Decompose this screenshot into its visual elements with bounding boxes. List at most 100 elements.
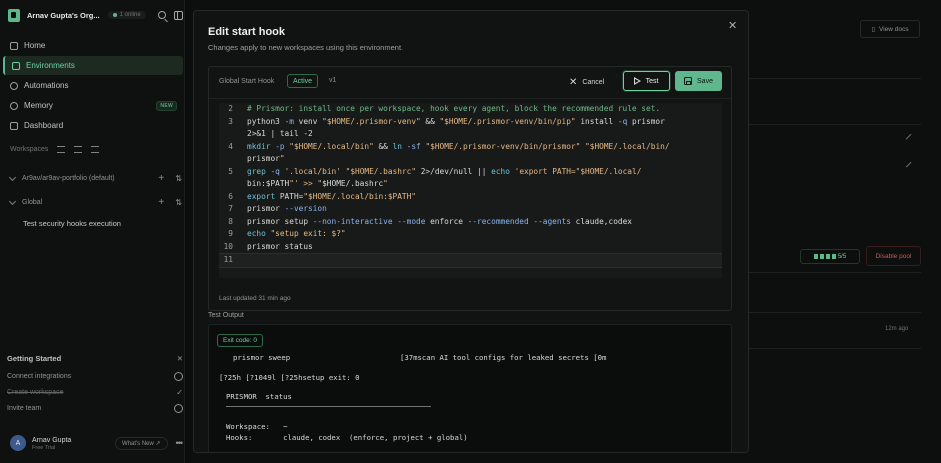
logo-icon <box>8 8 20 22</box>
code-text: 2>&1 | tail -2 <box>247 129 313 138</box>
code-text: grep -q '.local/bin' "$HOME/.bashrc" 2>/… <box>247 166 642 176</box>
book-icon: ▯ <box>871 26 876 33</box>
new-badge: NEW <box>156 100 177 111</box>
line-number: 9 <box>228 229 233 238</box>
disable-pool-button[interactable]: Disable pool <box>866 246 921 266</box>
add-workspace-icon[interactable]: + <box>156 197 166 208</box>
org-name: Arnav Gupta's Org... <box>27 10 100 20</box>
workspace-group-label: Global <box>22 199 43 206</box>
nav-item-memory[interactable]: Memory NEW <box>3 96 183 115</box>
code-text: bin:$PATH"' >> "$HOME/.bashrc" <box>247 179 388 188</box>
avatar: A <box>10 435 26 451</box>
workspaces-heading: Workspaces <box>10 146 49 153</box>
code-line: 10 prismor status <box>219 241 722 254</box>
whats-new-button[interactable]: What's New ↗ <box>115 436 168 450</box>
code-line: 4 mkdir -p "$HOME/.local/bin" && ln -sf "… <box>219 141 722 154</box>
line-number: 5 <box>228 166 233 176</box>
last-updated: Last updated 31 min ago <box>219 295 291 302</box>
terminal-separator <box>226 406 431 407</box>
divider <box>748 348 921 349</box>
divider <box>748 272 921 273</box>
getting-started-header: Getting Started ✕ <box>7 354 183 363</box>
nav-item-automations[interactable]: Automations <box>3 76 183 95</box>
line-number <box>219 128 247 141</box>
close-icon[interactable]: ✕ <box>728 19 737 33</box>
org-switcher[interactable]: Arnav Gupta's Org... 1 online <box>8 7 183 23</box>
user-menu[interactable]: A Arnav Gupta Free Trial What's New ↗ ••… <box>10 433 184 453</box>
sort-icon[interactable] <box>91 146 100 153</box>
line-number: 4 <box>228 141 233 151</box>
save-button[interactable]: Save <box>675 71 722 91</box>
line-number: 2 <box>228 104 233 113</box>
divider <box>748 312 921 313</box>
hook-editor: Global Start Hook Active v1 ✕ Cancel Test… <box>208 66 732 311</box>
cancel-button[interactable]: ✕ Cancel <box>569 74 604 90</box>
more-icon[interactable]: ••• <box>176 438 184 448</box>
code-text: prismor status <box>247 241 313 251</box>
workspace-group-global[interactable]: Global + ⇅ <box>8 197 182 208</box>
check-icon: ✓ <box>176 388 183 397</box>
code-line: 8 prismor setup --non-interactive --mode … <box>219 216 722 229</box>
getting-started-item[interactable]: Connect integrations <box>7 372 183 381</box>
workspace-item[interactable]: Test security hooks execution <box>23 219 121 228</box>
getting-started-item[interactable]: Create workspace ✓ <box>7 388 183 397</box>
add-workspace-icon[interactable]: + <box>156 173 166 184</box>
getting-started-title: Getting Started <box>7 354 62 363</box>
code-line: bin:$PATH"' >> "$HOME/.bashrc" <box>219 178 722 191</box>
terminal-icon <box>12 61 20 70</box>
code-line: prismor" <box>219 153 722 166</box>
swap-icon[interactable]: ⇅ <box>175 174 182 183</box>
online-dot-icon <box>112 13 117 17</box>
save-icon <box>684 77 693 85</box>
workspaces-header: Workspaces <box>10 146 182 153</box>
line-number: 11 <box>223 255 233 264</box>
terminal-line: PRISMOR status <box>226 392 292 401</box>
view-docs-button[interactable]: ▯ View docs <box>860 20 920 38</box>
terminal-line: Workspace: ~ <box>226 422 288 431</box>
code-text: mkdir -p "$HOME/.local/bin" && ln -sf "$… <box>247 141 670 151</box>
modal-subtitle: Changes apply to new workspaces using th… <box>208 43 404 52</box>
getting-started-item[interactable]: Invite team <box>7 404 183 413</box>
terminal-line: Hooks: claude, codex (enforce, project +… <box>226 433 468 442</box>
terminal-line: [?25h [?1049l [?25hsetup exit: 0 <box>219 373 360 382</box>
code-line: 11 <box>219 253 722 268</box>
exit-code-badge: Exit code: 0 <box>217 334 263 347</box>
timestamp: 12m ago <box>885 326 909 332</box>
circle-icon <box>174 404 183 413</box>
workspace-group-label: Ar9av/ar9av-portfolio (default) <box>22 175 115 182</box>
code-text: prismor --version <box>247 204 327 213</box>
close-icon[interactable]: ✕ <box>177 354 183 363</box>
archive-icon[interactable] <box>74 146 83 153</box>
editor-header: Global Start Hook Active v1 ✕ Cancel Test… <box>209 67 731 99</box>
nav-item-home[interactable]: Home <box>3 36 183 55</box>
line-number: 6 <box>228 191 233 201</box>
dashboard-icon <box>10 121 18 130</box>
nav-item-dashboard[interactable]: Dashboard <box>3 116 183 135</box>
status-badge: Active <box>287 74 319 88</box>
nav-item-environments[interactable]: Environments <box>3 56 183 75</box>
line-number: 10 <box>223 241 233 251</box>
home-icon <box>10 41 18 50</box>
circle-icon <box>174 372 183 381</box>
version-label: v1 <box>329 77 337 84</box>
swap-icon[interactable]: ⇅ <box>175 198 182 207</box>
test-output-terminal[interactable]: Exit code: 0 prismor sweep [37mscan AI t… <box>208 324 732 452</box>
chevron-down-icon <box>8 197 17 205</box>
online-badge: 1 online <box>107 11 146 19</box>
code-text: export PATH="$HOME/.local/bin:$PATH" <box>247 191 417 201</box>
filter-icon[interactable] <box>57 146 66 153</box>
line-number: 7 <box>228 204 233 213</box>
pool-bars-icon <box>813 254 836 259</box>
line-number <box>219 178 247 191</box>
sidebar: Arnav Gupta's Org... 1 online Home Envir… <box>0 0 185 463</box>
main-nav: Home Environments Automations Memory NEW … <box>3 36 183 136</box>
test-button[interactable]: Test <box>623 71 670 91</box>
workspace-group-default[interactable]: Ar9av/ar9av-portfolio (default) + ⇅ <box>8 173 182 184</box>
sidebar-toggle-icon[interactable] <box>174 10 183 20</box>
search-icon[interactable] <box>158 11 166 19</box>
code-text: prismor setup --non-interactive --mode e… <box>247 216 632 226</box>
code-line: 2>&1 | tail -2 <box>219 128 722 141</box>
code-editor[interactable]: 2 # Prismor: install once per workspace, … <box>219 103 722 278</box>
line-number: 8 <box>228 216 233 226</box>
modal-title: Edit start hook <box>208 26 286 38</box>
